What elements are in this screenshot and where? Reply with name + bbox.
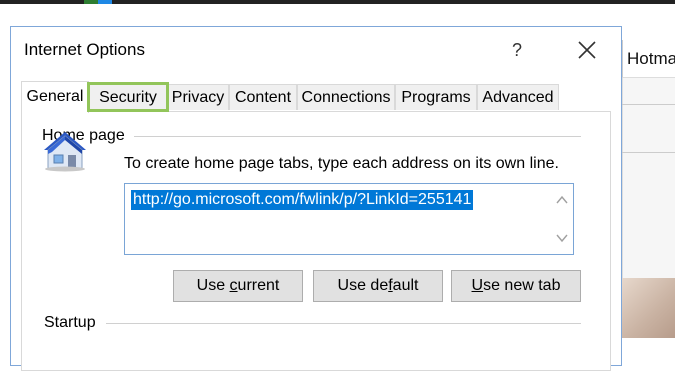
home-page-instruction: To create home page tabs, type each addr… xyxy=(124,155,559,172)
tab-privacy[interactable]: Privacy xyxy=(167,84,229,110)
home-icon xyxy=(44,132,86,172)
help-button[interactable]: ? xyxy=(499,35,535,65)
title-bar: Internet Options ? xyxy=(11,27,621,73)
home-page-url-textarea[interactable]: http://go.microsoft.com/fwlink/p/?LinkId… xyxy=(124,183,574,255)
browser-tab-hotmail[interactable]: Hotma xyxy=(622,40,675,78)
browser-tab-accent xyxy=(84,0,98,4)
home-page-url-value: http://go.microsoft.com/fwlink/p/?LinkId… xyxy=(131,190,474,210)
tab-connections[interactable]: Connections xyxy=(297,84,395,110)
startup-group-label: Startup xyxy=(44,314,102,332)
use-current-button[interactable]: Use current xyxy=(173,270,303,302)
button-accelerator: c xyxy=(229,277,238,294)
dialog-title: Internet Options xyxy=(24,40,145,59)
button-label: urrent xyxy=(237,277,280,294)
use-new-tab-button[interactable]: Use new tab xyxy=(451,270,581,302)
button-label: Use de xyxy=(337,277,389,294)
browser-tab-accent xyxy=(98,0,112,4)
tab-content[interactable]: Content xyxy=(229,84,297,110)
group-divider xyxy=(134,136,581,137)
button-label: Use xyxy=(196,277,230,294)
button-accelerator: U xyxy=(471,277,484,294)
scroll-up-icon[interactable] xyxy=(555,194,569,206)
scroll-down-icon[interactable] xyxy=(555,232,569,244)
button-label: se new tab xyxy=(483,277,561,294)
tab-programs[interactable]: Programs xyxy=(395,84,477,110)
tab-security[interactable]: Security xyxy=(87,82,169,112)
divider xyxy=(622,152,675,153)
textarea-scrollbar[interactable] xyxy=(551,184,573,254)
group-divider xyxy=(106,323,581,324)
close-icon xyxy=(578,41,596,59)
tab-advanced[interactable]: Advanced xyxy=(477,84,559,110)
browser-page-image xyxy=(622,278,675,338)
button-label: ault xyxy=(392,277,419,294)
close-button[interactable] xyxy=(567,35,607,65)
divider xyxy=(622,104,675,105)
tab-general[interactable]: General xyxy=(21,81,89,113)
use-default-button[interactable]: Use default xyxy=(313,270,443,302)
tab-strip: General Security Privacy Content Connect… xyxy=(21,81,611,113)
